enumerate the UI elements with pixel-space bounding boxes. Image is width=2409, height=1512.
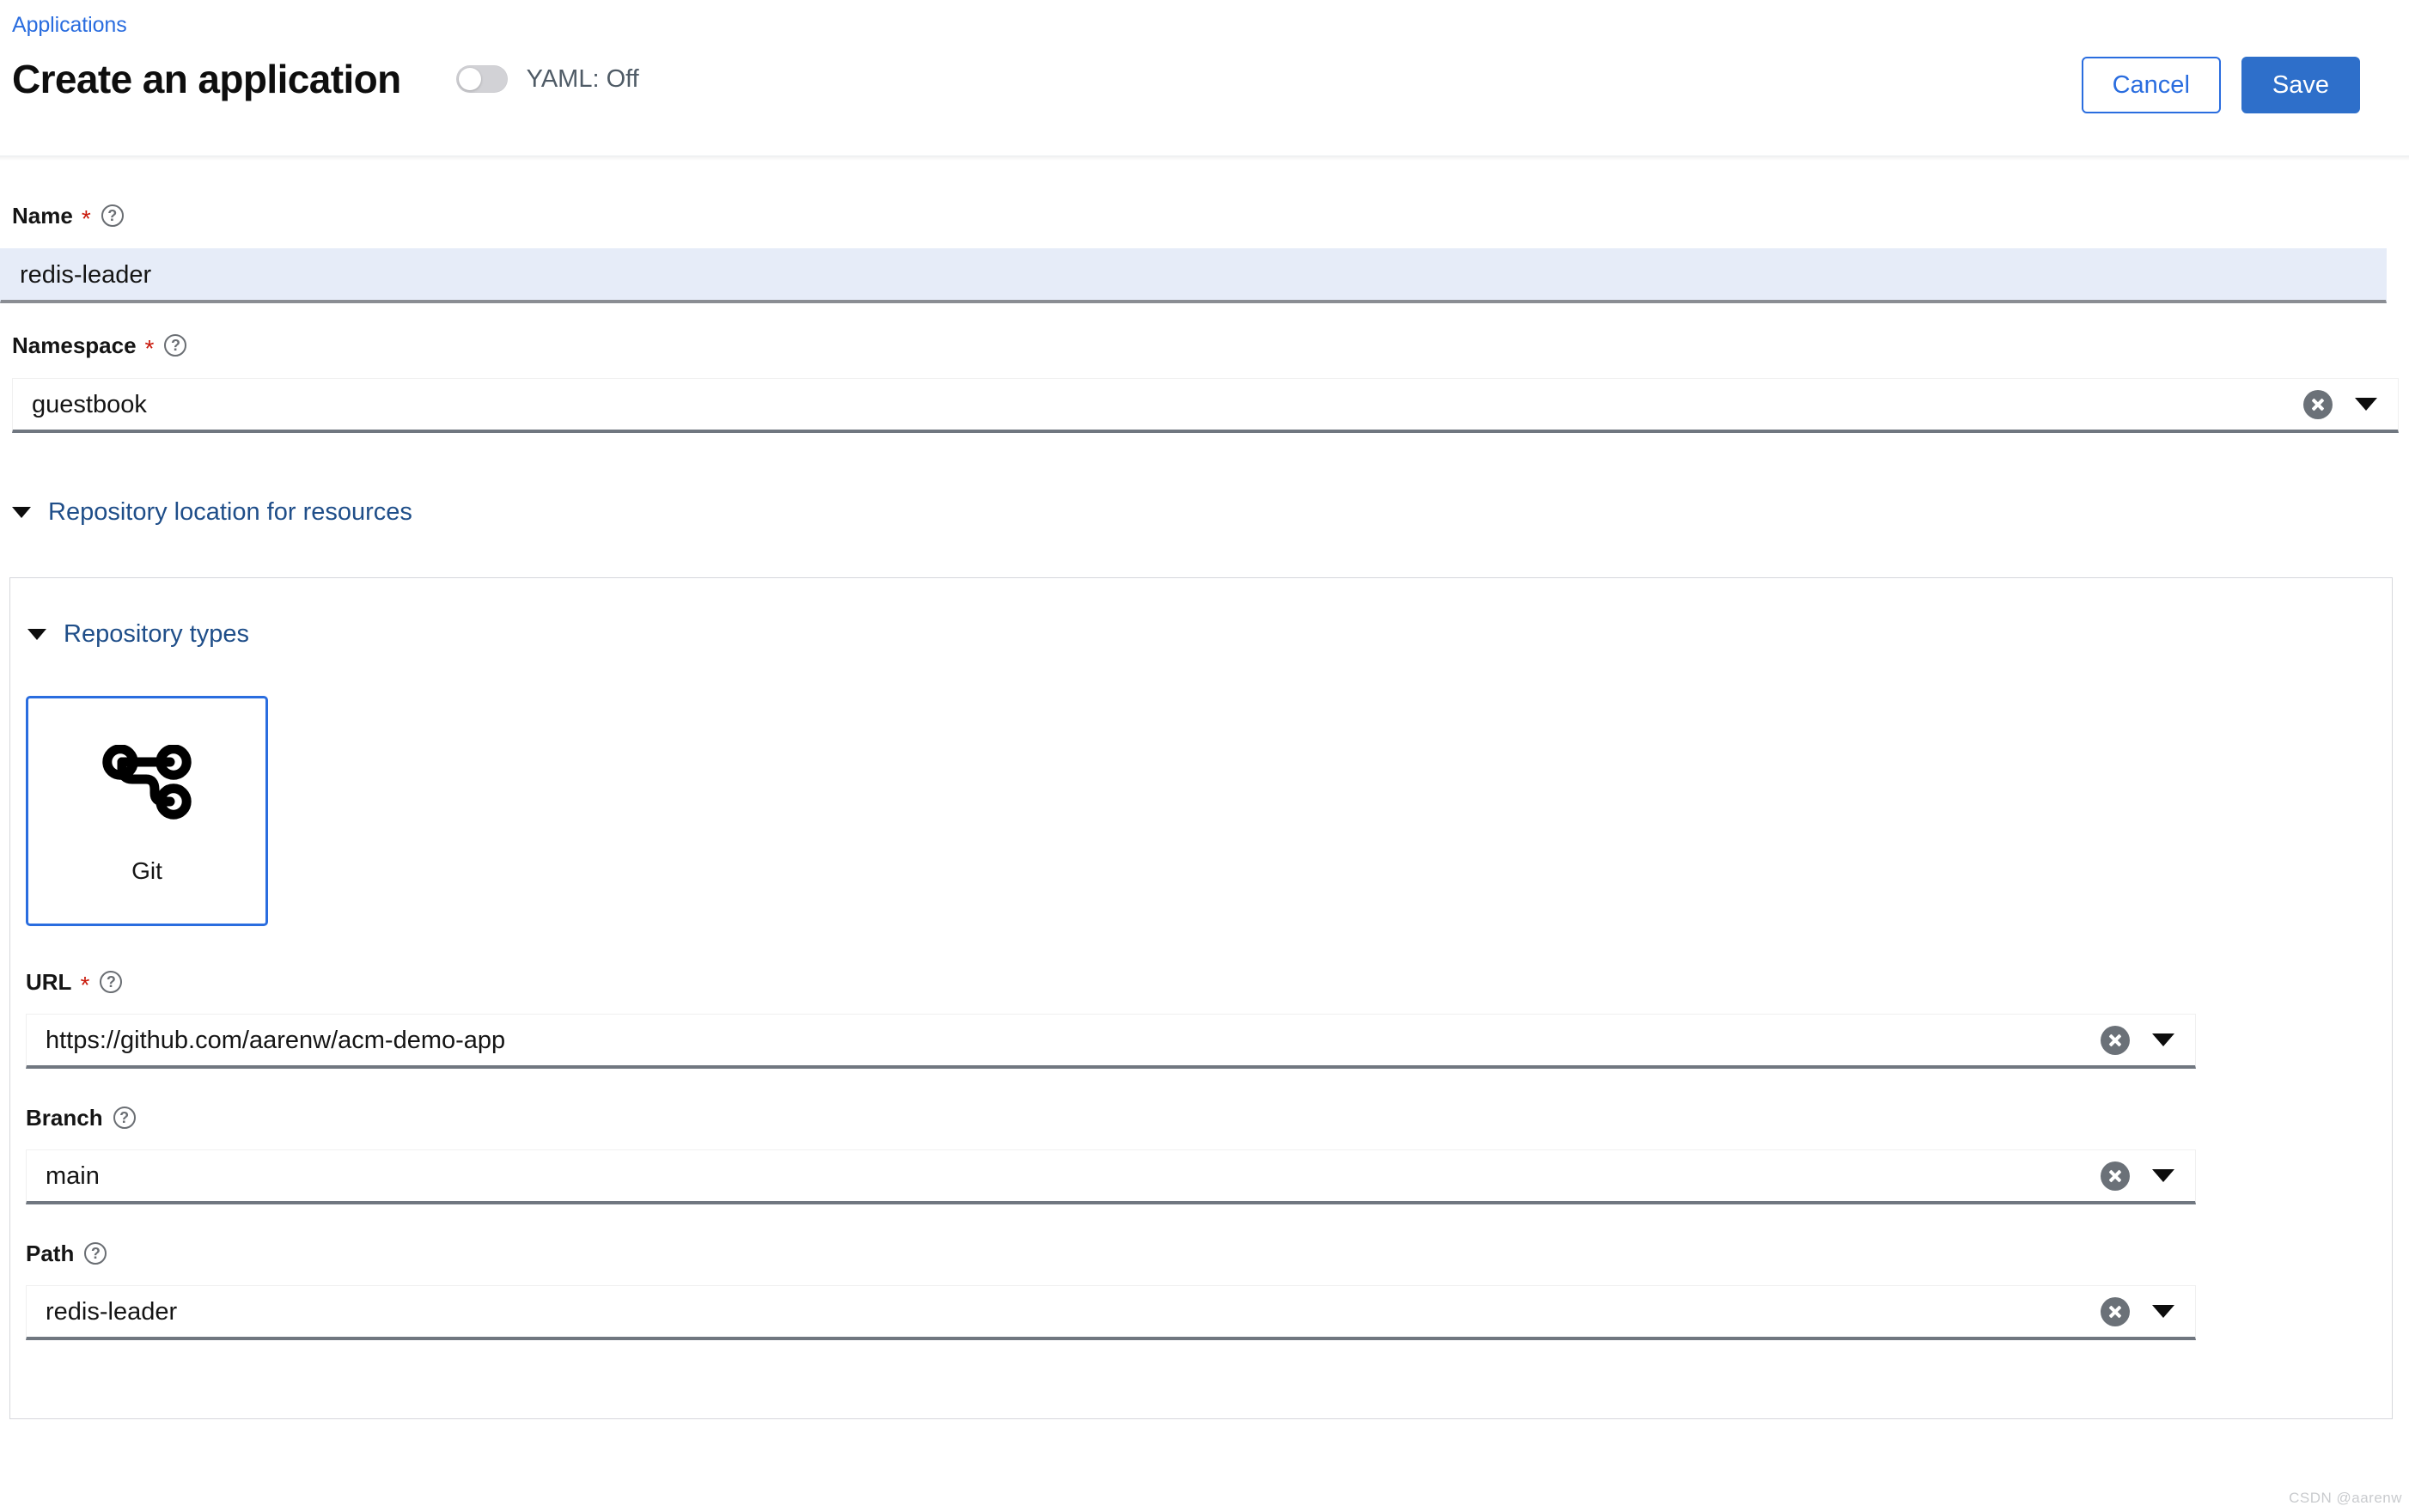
chevron-down-icon (12, 506, 31, 518)
form-content: Name * ? redis-leader Namespace * ? gues… (0, 161, 2409, 1419)
toggle-knob (458, 68, 481, 90)
name-required-marker: * (81, 205, 91, 232)
path-label: Path (26, 1241, 75, 1266)
name-field-block: Name * ? redis-leader (0, 161, 2409, 303)
watermark: CSDN @aarenw (2289, 1490, 2402, 1506)
help-circle-icon[interactable]: ? (100, 971, 123, 993)
help-circle-icon[interactable]: ? (101, 204, 124, 227)
clear-circle-icon[interactable] (2303, 389, 2333, 419)
url-label: URL (26, 969, 72, 995)
name-input-value: redis-leader (20, 260, 152, 289)
path-label-row: Path ? (26, 1241, 2392, 1266)
branch-field-block: Branch ? main (10, 1069, 2392, 1204)
page-header: Applications Create an application YAML:… (0, 0, 2409, 161)
repository-type-tiles: Git (10, 649, 2392, 926)
name-input[interactable]: redis-leader (0, 248, 2387, 303)
branch-input-value: main (46, 1161, 100, 1190)
yaml-toggle-group: YAML: Off (455, 64, 639, 94)
name-label-row: Name * ? (0, 203, 2409, 232)
breadcrumb-applications[interactable]: Applications (12, 12, 127, 38)
repository-card: Repository types Git URL * ? https://git… (9, 577, 2393, 1419)
path-input-value: redis-leader (46, 1297, 178, 1326)
branch-label-row: Branch ? (26, 1105, 2392, 1131)
namespace-field-block: Namespace * ? guestbook (0, 303, 2409, 433)
path-input-icons (2101, 1296, 2195, 1326)
repository-location-toggle[interactable]: Repository location for resources (12, 497, 2409, 527)
page-title: Create an application (12, 57, 401, 101)
branch-select[interactable]: main (26, 1149, 2196, 1204)
namespace-input-value: guestbook (32, 390, 147, 418)
help-circle-icon[interactable]: ? (113, 1107, 136, 1129)
repository-types-label: Repository types (64, 620, 249, 648)
repository-type-tile-git[interactable]: Git (26, 696, 268, 926)
title-row: Create an application YAML: Off (12, 55, 2362, 103)
url-label-row: URL * ? (26, 969, 2392, 998)
caret-down-icon[interactable] (2355, 398, 2377, 411)
branch-input-icons (2101, 1161, 2195, 1191)
repository-types-section: Repository types (10, 619, 2392, 649)
cancel-button[interactable]: Cancel (2081, 57, 2221, 113)
yaml-toggle-switch[interactable] (455, 65, 508, 93)
header-actions: Cancel Save (2081, 57, 2360, 113)
caret-down-icon[interactable] (2152, 1033, 2174, 1046)
path-field-block: Path ? redis-leader (10, 1204, 2392, 1340)
url-input-value: https://github.com/aarenw/acm-demo-app (46, 1026, 506, 1054)
help-circle-icon[interactable]: ? (84, 1242, 107, 1265)
clear-circle-icon[interactable] (2101, 1161, 2130, 1191)
create-application-page: Applications Create an application YAML:… (0, 0, 2409, 1512)
namespace-input-icons (2303, 389, 2398, 419)
git-branch-icon (101, 743, 192, 825)
repository-types-toggle[interactable]: Repository types (27, 619, 2392, 649)
path-select[interactable]: redis-leader (26, 1285, 2196, 1340)
namespace-required-marker: * (144, 335, 155, 362)
caret-down-icon[interactable] (2152, 1169, 2174, 1182)
branch-label: Branch (26, 1105, 103, 1131)
chevron-down-icon (27, 628, 46, 640)
url-field-block: URL * ? https://github.com/aarenw/acm-de… (10, 926, 2392, 1069)
yaml-toggle-label: YAML: Off (526, 65, 639, 93)
save-button[interactable]: Save (2241, 57, 2360, 113)
url-input-icons (2101, 1025, 2195, 1055)
name-label: Name (12, 203, 73, 229)
url-select[interactable]: https://github.com/aarenw/acm-demo-app (26, 1014, 2196, 1069)
clear-circle-icon[interactable] (2101, 1296, 2130, 1326)
url-required-marker: * (80, 972, 90, 998)
clear-circle-icon[interactable] (2101, 1025, 2130, 1055)
repository-type-tile-label: Git (131, 857, 162, 884)
repository-location-section: Repository location for resources (0, 433, 2409, 527)
namespace-label: Namespace (12, 332, 137, 358)
repository-location-label: Repository location for resources (48, 498, 412, 526)
help-circle-icon[interactable]: ? (164, 334, 187, 357)
caret-down-icon[interactable] (2152, 1305, 2174, 1318)
namespace-label-row: Namespace * ? (0, 332, 2409, 362)
namespace-select[interactable]: guestbook (12, 378, 2399, 433)
